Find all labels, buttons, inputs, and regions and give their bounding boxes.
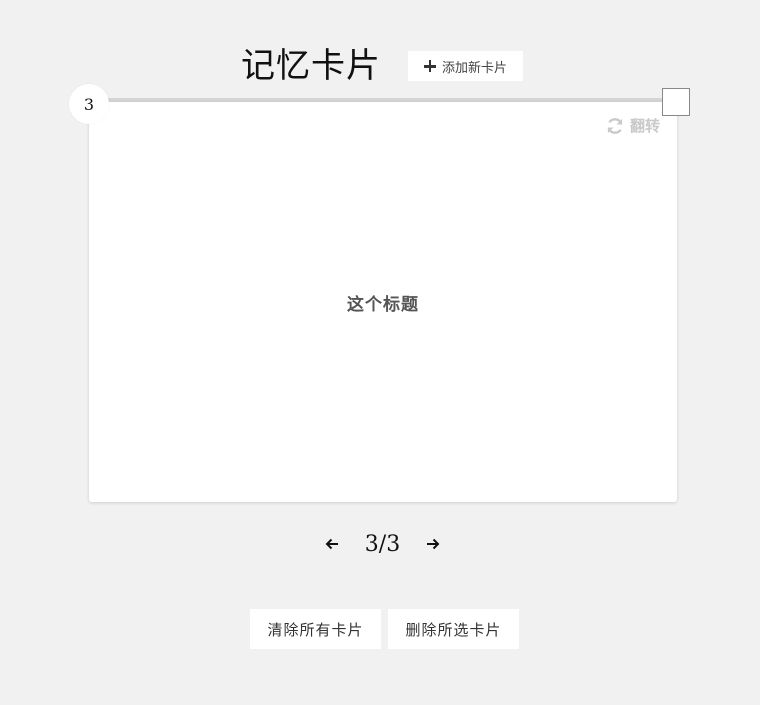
clear-all-cards-button[interactable]: 清除所有卡片 <box>250 609 381 649</box>
page-title: 记忆卡片 <box>241 46 381 86</box>
flip-button[interactable]: 翻转 <box>606 115 660 136</box>
card-title: 这个标题 <box>347 295 419 315</box>
card-select-checkbox[interactable] <box>662 88 690 116</box>
page-indicator: 3/3 <box>364 531 401 557</box>
arrow-left-icon <box>325 538 338 550</box>
pager: 3/3 <box>320 528 445 560</box>
flip-button-label: 翻转 <box>630 117 661 135</box>
prev-card-button[interactable] <box>320 532 344 556</box>
card-number-badge: 3 <box>69 84 109 124</box>
plus-icon <box>423 60 436 72</box>
add-card-button-label: 添加新卡片 <box>441 59 507 75</box>
refresh-icon <box>606 117 624 135</box>
arrow-right-icon <box>427 538 440 550</box>
delete-selected-cards-button[interactable]: 删除所选卡片 <box>388 609 519 649</box>
add-card-button[interactable]: 添加新卡片 <box>408 51 523 81</box>
next-card-button[interactable] <box>421 532 445 556</box>
